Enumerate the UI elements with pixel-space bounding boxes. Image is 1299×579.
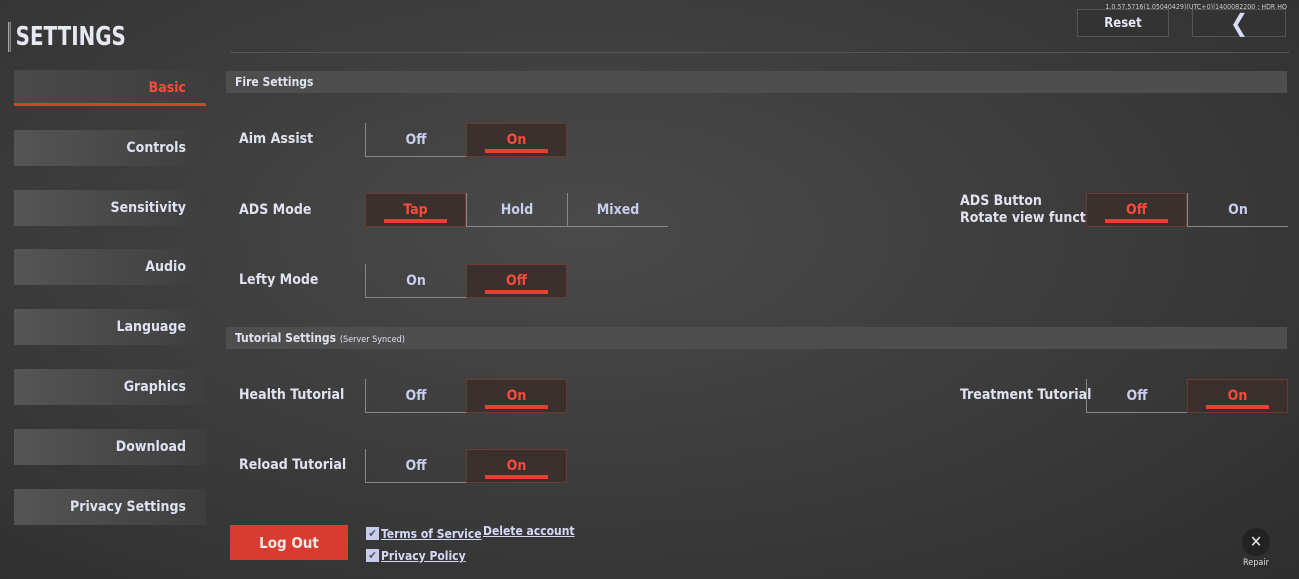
- wrench-icon: ✕: [1242, 528, 1270, 556]
- ads-mode-option-mixed[interactable]: Mixed: [567, 193, 668, 227]
- sidebar-item-privacy-settings[interactable]: Privacy Settings: [14, 488, 206, 525]
- treatment-option-off[interactable]: Off: [1086, 379, 1187, 413]
- privacy-checkbox[interactable]: ✔: [366, 549, 379, 562]
- ads-button-option-on[interactable]: On: [1187, 193, 1288, 227]
- logout-button[interactable]: Log Out: [230, 525, 348, 560]
- privacy-link[interactable]: Privacy Policy: [381, 549, 466, 563]
- sidebar-item-controls[interactable]: Controls: [14, 129, 206, 166]
- health-option-off[interactable]: Off: [365, 379, 466, 413]
- divider: [230, 52, 1289, 53]
- terms-link[interactable]: Terms of Service: [381, 527, 482, 541]
- page-title: SETTINGS: [8, 22, 126, 52]
- ads-mode-option-tap[interactable]: Tap: [365, 193, 466, 227]
- reload-option-on[interactable]: On: [466, 449, 567, 483]
- terms-checkbox[interactable]: ✔: [366, 527, 379, 540]
- section-title: Fire Settings: [235, 75, 314, 89]
- section-subtitle: (Server Synced): [339, 335, 405, 345]
- sidebar-item-basic[interactable]: Basic: [14, 70, 206, 106]
- reload-tutorial-label: Reload Tutorial: [239, 457, 347, 473]
- treatment-tutorial-label: Treatment Tutorial: [960, 387, 1092, 403]
- section-title: Tutorial Settings: [235, 331, 337, 345]
- sidebar-item-language[interactable]: Language: [14, 309, 206, 346]
- aim-assist-label: Aim Assist: [239, 131, 314, 147]
- section-tutorial-settings: Tutorial Settings (Server Synced): [226, 327, 1287, 349]
- terms-row: ✔ Terms of Service: [366, 523, 482, 542]
- back-button[interactable]: ❮: [1192, 9, 1286, 37]
- privacy-row: ✔ Privacy Policy: [366, 545, 466, 564]
- repair-label: Repair: [1243, 558, 1269, 568]
- health-tutorial-label: Health Tutorial: [239, 387, 345, 403]
- sidebar-item-download[interactable]: Download: [14, 428, 206, 465]
- lefty-option-off[interactable]: Off: [466, 264, 567, 298]
- reload-option-off[interactable]: Off: [365, 449, 466, 483]
- ads-mode-option-hold[interactable]: Hold: [466, 193, 567, 227]
- reset-button[interactable]: Reset: [1077, 9, 1169, 37]
- ads-mode-label: ADS Mode: [239, 202, 312, 218]
- sidebar-item-audio[interactable]: Audio: [14, 249, 206, 286]
- aim-assist-option-off[interactable]: Off: [365, 123, 466, 157]
- delete-account-link[interactable]: Delete account: [483, 524, 575, 538]
- aim-assist-option-on[interactable]: On: [466, 123, 567, 157]
- health-option-on[interactable]: On: [466, 379, 567, 413]
- section-fire-settings: Fire Settings: [226, 71, 1287, 93]
- chevron-left-icon: ❮: [1229, 9, 1249, 37]
- ads-button-option-off[interactable]: Off: [1086, 193, 1187, 227]
- sidebar-item-sensitivity[interactable]: Sensitivity: [14, 189, 206, 226]
- treatment-option-on[interactable]: On: [1187, 379, 1288, 413]
- repair-button[interactable]: ✕ Repair: [1236, 528, 1276, 568]
- sidebar-item-graphics[interactable]: Graphics: [14, 369, 206, 405]
- lefty-mode-label: Lefty Mode: [239, 272, 319, 288]
- lefty-option-on[interactable]: On: [365, 264, 466, 298]
